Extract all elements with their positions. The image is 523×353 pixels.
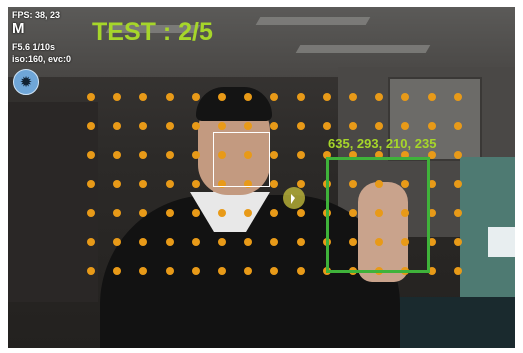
grid-dot (139, 238, 148, 246)
grid-dot (270, 209, 279, 217)
grid-dot (113, 180, 122, 188)
grid-dot (218, 209, 226, 217)
grid-dot (165, 180, 174, 188)
grid-dot (87, 209, 95, 217)
grid-dot (296, 122, 305, 130)
grid-dot (270, 122, 279, 130)
grid-dot (296, 267, 305, 275)
grid-dot (270, 93, 279, 101)
face-detection-box (213, 132, 270, 187)
grid-dot (427, 93, 436, 101)
grid-dot (139, 267, 148, 275)
grid-dot (113, 122, 122, 130)
grid-dot (296, 93, 305, 101)
grid-dot (322, 122, 331, 130)
grid-dot (191, 93, 200, 101)
grid-dot (191, 238, 200, 246)
grid-dot (191, 180, 200, 188)
grid-dot (244, 93, 253, 101)
grid-dot (87, 267, 95, 275)
grid-dot (218, 238, 226, 246)
hand-detection-box (326, 157, 430, 273)
grid-dot (453, 151, 462, 159)
grid-dot (87, 180, 95, 188)
grid-dot (165, 93, 174, 101)
grid-dot (218, 267, 226, 275)
exposure-mode: M (12, 20, 25, 37)
grid-dot (113, 93, 122, 101)
grid-dot (113, 238, 122, 246)
grid-dot (87, 93, 95, 101)
grid-dot (165, 122, 174, 130)
grid-dot (139, 209, 148, 217)
grid-dot (296, 209, 305, 217)
grid-dot (270, 180, 279, 188)
grid-dot (401, 122, 410, 130)
mouse-cursor-icon (291, 194, 295, 204)
grid-dot (349, 93, 357, 101)
grid-dot (139, 93, 148, 101)
grid-dot (87, 238, 95, 246)
grid-dot (270, 238, 279, 246)
grid-dot (165, 151, 174, 159)
grid-dot (139, 180, 148, 188)
grid-dot (244, 238, 253, 246)
grid-dot (453, 209, 462, 217)
grid-dot (349, 122, 357, 130)
grid-dot (453, 122, 462, 130)
grid-dot (87, 122, 95, 130)
grid-dot (113, 267, 122, 275)
grid-dot (139, 151, 148, 159)
camera-view: FPS: 38, 23 M F5.6 1/10s iso:160, evc:0 … (8, 7, 515, 348)
sun-icon[interactable]: ✹ (13, 69, 39, 95)
grid-dot (165, 267, 174, 275)
grid-dot (453, 180, 462, 188)
grid-dot (244, 267, 253, 275)
grid-dot (296, 238, 305, 246)
test-progress-label: TEST : 2/5 (92, 18, 213, 46)
grid-dot (375, 122, 384, 130)
grid-dot (322, 93, 331, 101)
iso-readout: iso:160, evc:0 (12, 54, 72, 64)
grid-dot (191, 122, 200, 130)
grid-dot (270, 267, 279, 275)
hand-box-coordinates: 635, 293, 210, 235 (328, 136, 437, 151)
grid-dot (165, 238, 174, 246)
grid-dot (139, 122, 148, 130)
grid-dot (165, 209, 174, 217)
grid-dot (427, 122, 436, 130)
grid-dot (453, 267, 462, 275)
grid-dot (191, 151, 200, 159)
grid-dot (296, 151, 305, 159)
grid-dot (270, 151, 279, 159)
grid-dot (191, 209, 200, 217)
grid-dot (113, 151, 122, 159)
fps-readout: FPS: 38, 23 (12, 10, 61, 20)
aperture-shutter-readout: F5.6 1/10s (12, 42, 56, 52)
grid-dot (244, 209, 253, 217)
grid-dot (375, 93, 384, 101)
grid-dot (218, 93, 226, 101)
grid-dot (113, 209, 122, 217)
grid-dot (244, 122, 253, 130)
grid-dot (218, 122, 226, 130)
grid-dot (87, 151, 95, 159)
grid-dot (453, 238, 462, 246)
grid-dot (401, 93, 410, 101)
grid-dot (191, 267, 200, 275)
grid-dot (453, 93, 462, 101)
